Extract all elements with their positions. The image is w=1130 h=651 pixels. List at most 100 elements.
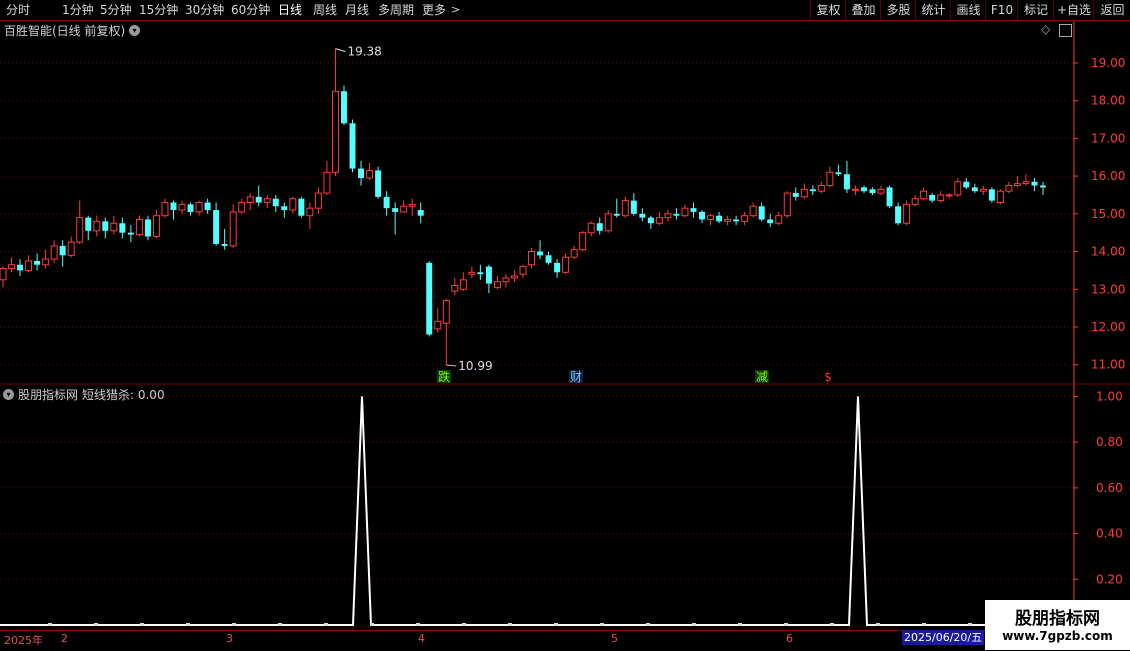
candle[interactable]: [349, 119, 356, 173]
candle[interactable]: [800, 183, 808, 199]
candle[interactable]: [929, 193, 936, 203]
candle[interactable]: [0, 266, 7, 288]
kline-chart[interactable]: 19.00 18.00 17.00 16.00 15.00 14.00 13.00 12.00…: [0, 21, 1130, 385]
candle[interactable]: [554, 259, 561, 278]
candle[interactable]: [749, 202, 757, 218]
candle[interactable]: [895, 202, 902, 226]
candle[interactable]: [204, 198, 211, 214]
candle[interactable]: [76, 200, 84, 244]
candle[interactable]: [528, 247, 536, 269]
candle[interactable]: [281, 202, 288, 218]
candle[interactable]: [400, 200, 408, 213]
candle[interactable]: [579, 230, 587, 252]
candle[interactable]: [537, 240, 544, 260]
period-tab-multi[interactable]: 多周期: [378, 1, 414, 19]
candle[interactable]: [587, 221, 595, 237]
candle[interactable]: [877, 185, 885, 195]
candle[interactable]: [570, 245, 578, 260]
statistics-button[interactable]: 统计: [915, 0, 951, 20]
candle[interactable]: [647, 215, 654, 229]
candle[interactable]: [621, 196, 629, 218]
candle[interactable]: [178, 200, 186, 214]
candle[interactable]: [817, 181, 825, 194]
panel-toggle-icon[interactable]: [1059, 24, 1072, 37]
candle[interactable]: [690, 202, 697, 218]
candle[interactable]: [971, 183, 978, 194]
period-tab-timeshare[interactable]: 分时: [6, 1, 30, 19]
candle[interactable]: [144, 215, 151, 241]
candle[interactable]: [85, 215, 92, 241]
candle[interactable]: [468, 266, 476, 278]
candle[interactable]: [375, 166, 382, 199]
candle[interactable]: [861, 185, 867, 194]
candle[interactable]: [920, 187, 928, 201]
candle[interactable]: [408, 198, 416, 216]
candle[interactable]: [886, 185, 893, 209]
chevron-right-icon[interactable]: >: [451, 1, 460, 19]
candle[interactable]: [272, 194, 279, 212]
candle[interactable]: [510, 270, 518, 282]
candle[interactable]: [673, 208, 680, 220]
period-tab-weekly[interactable]: 周线: [313, 1, 337, 19]
candle[interactable]: [135, 215, 143, 237]
candle[interactable]: [903, 200, 911, 226]
add-favorite-button[interactable]: +自选: [1053, 0, 1094, 20]
candle[interactable]: [604, 210, 612, 233]
candle[interactable]: [67, 236, 75, 258]
candle[interactable]: [213, 202, 220, 246]
period-tab-monthly[interactable]: 月线: [345, 1, 369, 19]
candle[interactable]: [851, 185, 859, 195]
indicator-chart[interactable]: 1.00 0.80 0.60 0.40 0.20: [0, 385, 1130, 630]
candle[interactable]: [323, 161, 331, 195]
candle[interactable]: [229, 204, 237, 248]
candle[interactable]: [8, 257, 16, 273]
candle[interactable]: [699, 210, 705, 224]
event-tag[interactable]: 跌: [437, 369, 451, 384]
candle[interactable]: [417, 202, 424, 224]
candle[interactable]: [477, 264, 484, 280]
diamond-icon[interactable]: ◇: [1041, 22, 1050, 36]
candle[interactable]: [954, 177, 962, 197]
multi-stock-button[interactable]: 多股: [880, 0, 916, 20]
candle[interactable]: [152, 210, 160, 239]
candle[interactable]: [792, 187, 799, 201]
candle[interactable]: [1031, 177, 1038, 192]
candle[interactable]: [664, 210, 672, 222]
candle[interactable]: [724, 215, 732, 226]
candle[interactable]: [289, 196, 297, 214]
overlay-button[interactable]: 叠加: [845, 0, 881, 20]
candle[interactable]: [843, 161, 850, 194]
candle[interactable]: [221, 228, 228, 250]
candle[interactable]: [630, 193, 637, 216]
candle[interactable]: [93, 215, 101, 237]
candle[interactable]: [613, 198, 620, 218]
fuquan-button[interactable]: 复权: [810, 0, 846, 20]
candle[interactable]: [502, 274, 510, 288]
candle[interactable]: [835, 164, 842, 177]
candle[interactable]: [42, 249, 50, 269]
candle[interactable]: [809, 185, 816, 195]
candle[interactable]: [869, 187, 876, 195]
period-tab-more[interactable]: 更多: [422, 1, 446, 19]
candle[interactable]: [596, 217, 603, 235]
candle[interactable]: [263, 194, 271, 209]
candle[interactable]: [988, 187, 995, 203]
back-button[interactable]: 返回: [1093, 0, 1130, 20]
candle[interactable]: [451, 277, 459, 295]
chevron-down-icon[interactable]: ▾: [3, 389, 14, 400]
candle[interactable]: [331, 48, 339, 177]
candle[interactable]: [767, 213, 774, 228]
candle[interactable]: [639, 208, 646, 222]
draw-line-button[interactable]: 画线: [950, 0, 986, 20]
candle[interactable]: [937, 191, 945, 203]
f10-button[interactable]: F10: [985, 0, 1018, 20]
candle[interactable]: [733, 215, 740, 226]
candle[interactable]: [383, 191, 390, 216]
candle[interactable]: [783, 191, 791, 218]
candle[interactable]: [911, 194, 919, 207]
candle[interactable]: [963, 177, 970, 190]
period-tab-1min[interactable]: 1分钟: [62, 1, 94, 19]
candle[interactable]: [127, 225, 134, 243]
candle[interactable]: [161, 198, 169, 218]
candle[interactable]: [741, 211, 749, 226]
